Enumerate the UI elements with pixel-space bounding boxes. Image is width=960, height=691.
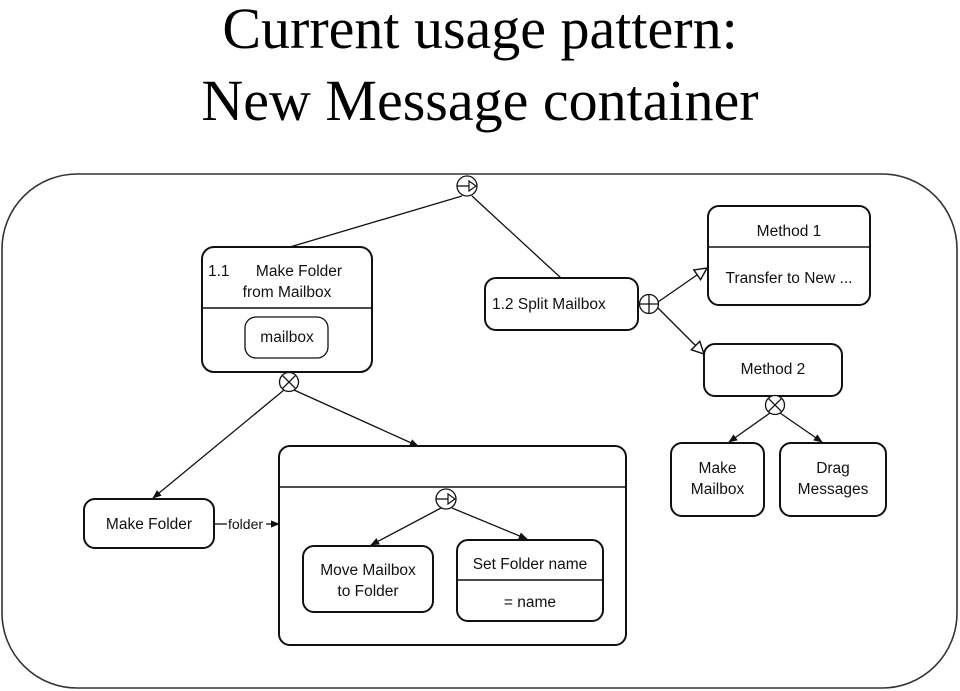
- sequence-connector-icon: [435, 488, 457, 510]
- node-title: Method 2: [741, 361, 806, 378]
- edge-seq-to-move-mailbox: [370, 507, 442, 546]
- node-body: Transfer to New ...: [726, 270, 853, 287]
- node-number: 1.1: [208, 263, 230, 280]
- node-title: Method 1: [757, 223, 822, 240]
- node-body: = name: [504, 594, 556, 611]
- task-diagram: 1.1 Make Folder from Mailbox mailbox 1.2…: [1, 173, 958, 689]
- node-split-mailbox[interactable]: 1.2 Split Mailbox: [484, 277, 639, 331]
- xor-connector-icon: [278, 371, 300, 393]
- node-make-folder[interactable]: Make Folder: [83, 498, 215, 549]
- edge-and-to-method-2: [657, 307, 704, 354]
- node-title-line-1: Make Folder: [256, 263, 342, 280]
- edge-root-to-1-2: [471, 195, 562, 279]
- node-label-line-2: Mailbox: [691, 481, 745, 498]
- node-label: Make Folder: [106, 516, 192, 533]
- node-drag-messages[interactable]: Drag Messages: [779, 442, 887, 517]
- node-label-line-2: Messages: [798, 481, 869, 498]
- node-method-2[interactable]: Method 2: [703, 343, 843, 397]
- node-method-1[interactable]: Method 1 Transfer to New ...: [707, 205, 871, 306]
- node-move-mailbox-to-folder[interactable]: Move Mailbox to Folder: [302, 545, 434, 613]
- node-title-line-2: from Mailbox: [243, 284, 332, 301]
- node-label-line-2: to Folder: [337, 583, 398, 600]
- node-make-folder-from-mailbox[interactable]: 1.1 Make Folder from Mailbox mailbox: [201, 246, 373, 373]
- edge-root-to-1-1: [289, 195, 463, 248]
- edge-xor-to-make-folder: [152, 389, 285, 499]
- parameter-label: mailbox: [260, 329, 314, 346]
- node-make-mailbox[interactable]: Make Mailbox: [670, 442, 765, 517]
- edge-xor-to-make-mailbox: [728, 412, 771, 443]
- node-title: Set Folder name: [473, 556, 588, 573]
- sequence-connector-icon: [456, 175, 478, 197]
- node-label: 1.2 Split Mailbox: [492, 296, 606, 313]
- and-connector-icon: [638, 293, 660, 315]
- edge-xor-to-drag-messages: [779, 412, 823, 443]
- edge-seq-to-set-folder-name: [451, 507, 528, 540]
- data-flow-label: folder: [228, 516, 263, 532]
- node-label-line-1: Drag: [816, 460, 850, 477]
- edge-and-to-method-1: [657, 268, 707, 303]
- xor-connector-icon: [764, 394, 786, 416]
- edge-xor-to-container: [293, 389, 419, 447]
- node-set-folder-name[interactable]: Set Folder name = name: [456, 539, 604, 622]
- node-label-line-1: Move Mailbox: [320, 562, 416, 579]
- node-label-line-1: Make: [699, 460, 737, 477]
